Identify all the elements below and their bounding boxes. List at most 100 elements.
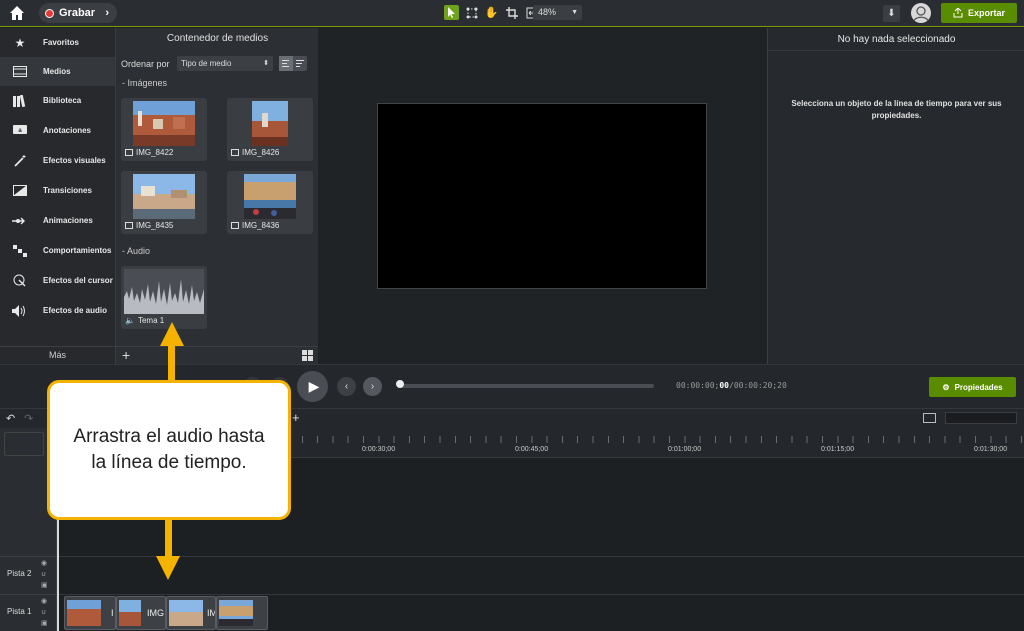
library-icon: [12, 94, 28, 108]
pointer-icon[interactable]: [444, 5, 459, 20]
record-button[interactable]: Grabar ›: [39, 3, 117, 23]
timeline-zoom-slider[interactable]: [945, 412, 1017, 424]
media-thumb[interactable]: IMG_8435: [121, 171, 207, 234]
thumb-caption: IMG_8435: [125, 221, 173, 230]
scrubber-handle[interactable]: [396, 380, 404, 388]
image-thumbnail: [244, 174, 296, 219]
zoom-select[interactable]: 48% ▼: [533, 5, 582, 20]
sidebar-item-anotaciones[interactable]: a Anotaciones: [0, 116, 115, 145]
timeline-clip[interactable]: IM: [166, 596, 216, 630]
magnet-icon[interactable]: ∪: [41, 608, 46, 616]
lock-icon[interactable]: ▣: [41, 581, 48, 589]
track-header-2[interactable]: Pista 2 ◉ ∪ ▣: [0, 556, 57, 592]
sidebar-item-favoritos[interactable]: ★ Favoritos: [0, 28, 115, 57]
list-view-icon[interactable]: [293, 56, 307, 71]
media-footer: +: [116, 346, 319, 364]
sidebar-item-transiciones[interactable]: Transiciones: [0, 176, 115, 205]
crop-icon[interactable]: [504, 5, 519, 20]
sort-select[interactable]: Tipo de medio ⬍: [177, 56, 273, 71]
speaker-icon: [12, 304, 28, 318]
grid-view-icon[interactable]: [302, 350, 313, 361]
sidebar-item-label: Efectos visuales: [43, 156, 106, 165]
timecode-total: /00:00:20;20: [729, 381, 787, 390]
panel-title: Contenedor de medios: [166, 33, 269, 44]
record-dot-icon: [45, 8, 54, 18]
sidebar-item-efectos-visuales[interactable]: Efectos visuales: [0, 146, 115, 175]
pan-hand-icon[interactable]: ✋: [484, 5, 499, 20]
image-file-icon: [231, 149, 239, 156]
sidebar-item-medios[interactable]: Medios: [0, 57, 115, 86]
timeline-clip[interactable]: [216, 596, 268, 630]
selection-icon[interactable]: [464, 5, 479, 20]
add-track-icon[interactable]: +: [292, 410, 300, 425]
properties-message: Selecciona un objeto de la línea de tiem…: [791, 99, 1002, 120]
sidebar-item-efectos-audio[interactable]: Efectos de audio: [0, 296, 115, 325]
section-audio[interactable]: - Audio: [122, 246, 150, 256]
redo-icon[interactable]: ↷: [24, 412, 33, 425]
top-toolbar: Grabar › ✋ 48% ▼ ⬇ Exportar: [0, 0, 1024, 27]
sidebar-item-biblioteca[interactable]: Biblioteca: [0, 86, 115, 115]
image-thumbnail: [252, 101, 288, 146]
sidebar-item-label: Animaciones: [43, 216, 93, 225]
sidebar-item-label: Anotaciones: [43, 126, 92, 135]
audio-waveform: [124, 269, 204, 314]
download-icon[interactable]: ⬇: [883, 5, 900, 22]
more-button[interactable]: Más: [0, 346, 115, 364]
behavior-icon: [12, 244, 28, 258]
preview-canvas[interactable]: [377, 103, 707, 289]
clip-thumbnail: [169, 600, 203, 626]
media-thumb[interactable]: IMG_8422: [121, 98, 207, 161]
next-icon[interactable]: ›: [363, 377, 382, 396]
track-name: Pista 2: [7, 569, 32, 578]
callout-arrow-down-icon: [156, 556, 180, 580]
section-images[interactable]: - Imágenes: [122, 78, 167, 88]
section-label: Imágenes: [127, 78, 168, 88]
properties-panel: No hay nada seleccionado Selecciona un o…: [767, 28, 1024, 364]
magic-wand-icon: [12, 154, 28, 168]
thumbnail-view-icon[interactable]: [279, 56, 293, 71]
eye-icon[interactable]: ◉: [41, 559, 47, 567]
callout-arrow-shaft: [168, 345, 175, 381]
timecode-current: 00:00:00;: [676, 381, 720, 390]
properties-button[interactable]: ⚙ Propiedades: [929, 377, 1016, 397]
expand-icon[interactable]: [923, 413, 936, 423]
timeline-clip[interactable]: IMG: [116, 596, 166, 630]
view-toggle: [279, 56, 307, 71]
previous-icon[interactable]: ‹: [337, 377, 356, 396]
magnet-icon[interactable]: ∪: [41, 570, 46, 578]
undo-icon[interactable]: ↶: [6, 412, 15, 425]
star-icon: ★: [14, 35, 26, 50]
sidebar-item-comportamientos[interactable]: Comportamientos: [0, 236, 115, 265]
avatar-icon[interactable]: [911, 3, 931, 23]
clip-label: I: [111, 608, 114, 618]
sidebar-item-label: Transiciones: [43, 186, 92, 195]
add-media-icon[interactable]: +: [122, 347, 130, 363]
media-thumb[interactable]: IMG_8426: [227, 98, 313, 161]
tutorial-callout: Arrastra el audio hasta la línea de tiem…: [47, 380, 291, 520]
play-button[interactable]: ▶: [297, 371, 328, 402]
image-thumbnail: [133, 101, 195, 146]
media-thumb-audio[interactable]: 🔈 Tema 1: [121, 266, 207, 329]
track-divider: [57, 556, 1024, 557]
sort-label: Ordenar por: [121, 59, 170, 69]
export-label: Exportar: [967, 8, 1005, 18]
thumb-caption: IMG_8426: [231, 148, 279, 157]
track-header-1[interactable]: Pista 1 ◉ ∪ ▣: [0, 594, 57, 630]
media-thumb[interactable]: IMG_8436: [227, 171, 313, 234]
image-thumbnail: [133, 174, 195, 219]
home-icon[interactable]: [8, 4, 26, 22]
sidebar-item-label: Comportamientos: [43, 246, 112, 255]
timecode-display: 00:00:00;00/00:00:20;20: [676, 381, 787, 390]
clip-thumbnail: [119, 600, 141, 626]
lock-icon[interactable]: ▣: [41, 619, 48, 627]
eye-icon[interactable]: ◉: [41, 597, 47, 605]
sidebar-item-efectos-cursor[interactable]: Efectos del cursor: [0, 266, 115, 295]
film-icon: [12, 65, 28, 79]
timeline-zoom-control[interactable]: [4, 432, 44, 456]
scrubber-track[interactable]: [400, 384, 654, 388]
export-button[interactable]: Exportar: [941, 3, 1017, 23]
sidebar-item-animaciones[interactable]: Animaciones: [0, 206, 115, 235]
transition-icon: [12, 184, 28, 198]
image-file-icon: [231, 222, 239, 229]
timeline-clip[interactable]: I: [64, 596, 116, 630]
